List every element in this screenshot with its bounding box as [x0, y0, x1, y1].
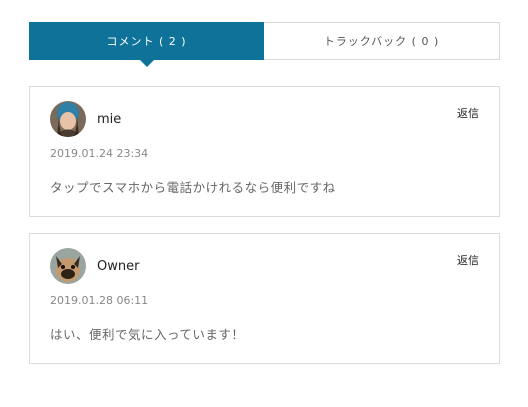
comment-item: mie 返信 2019.01.24 23:34 タップでスマホから電話かけれるな… [29, 86, 500, 217]
comment-tabs: コメント ( 2 ) トラックバック ( 0 ) [29, 22, 500, 67]
comment-text: はい、便利で気に入っています！ [50, 327, 245, 342]
comment-date: 2019.01.24 23:34 [50, 147, 149, 160]
avatar [50, 248, 86, 284]
comment-item: Owner 返信 2019.01.28 06:11 はい、便利で気に入っています… [29, 233, 500, 364]
comment-text: タップでスマホから電話かけれるなら便利ですね [50, 180, 336, 195]
comment-author: mie [97, 112, 122, 127]
tab-comments[interactable]: コメント ( 2 ) [29, 22, 264, 67]
avatar [50, 101, 86, 137]
comment-author: Owner [97, 259, 140, 274]
reply-button[interactable]: 返信 [457, 105, 479, 121]
tab-trackbacks[interactable]: トラックバック ( 0 ) [264, 22, 500, 60]
reply-button[interactable]: 返信 [457, 252, 479, 268]
comment-date: 2019.01.28 06:11 [50, 294, 149, 307]
